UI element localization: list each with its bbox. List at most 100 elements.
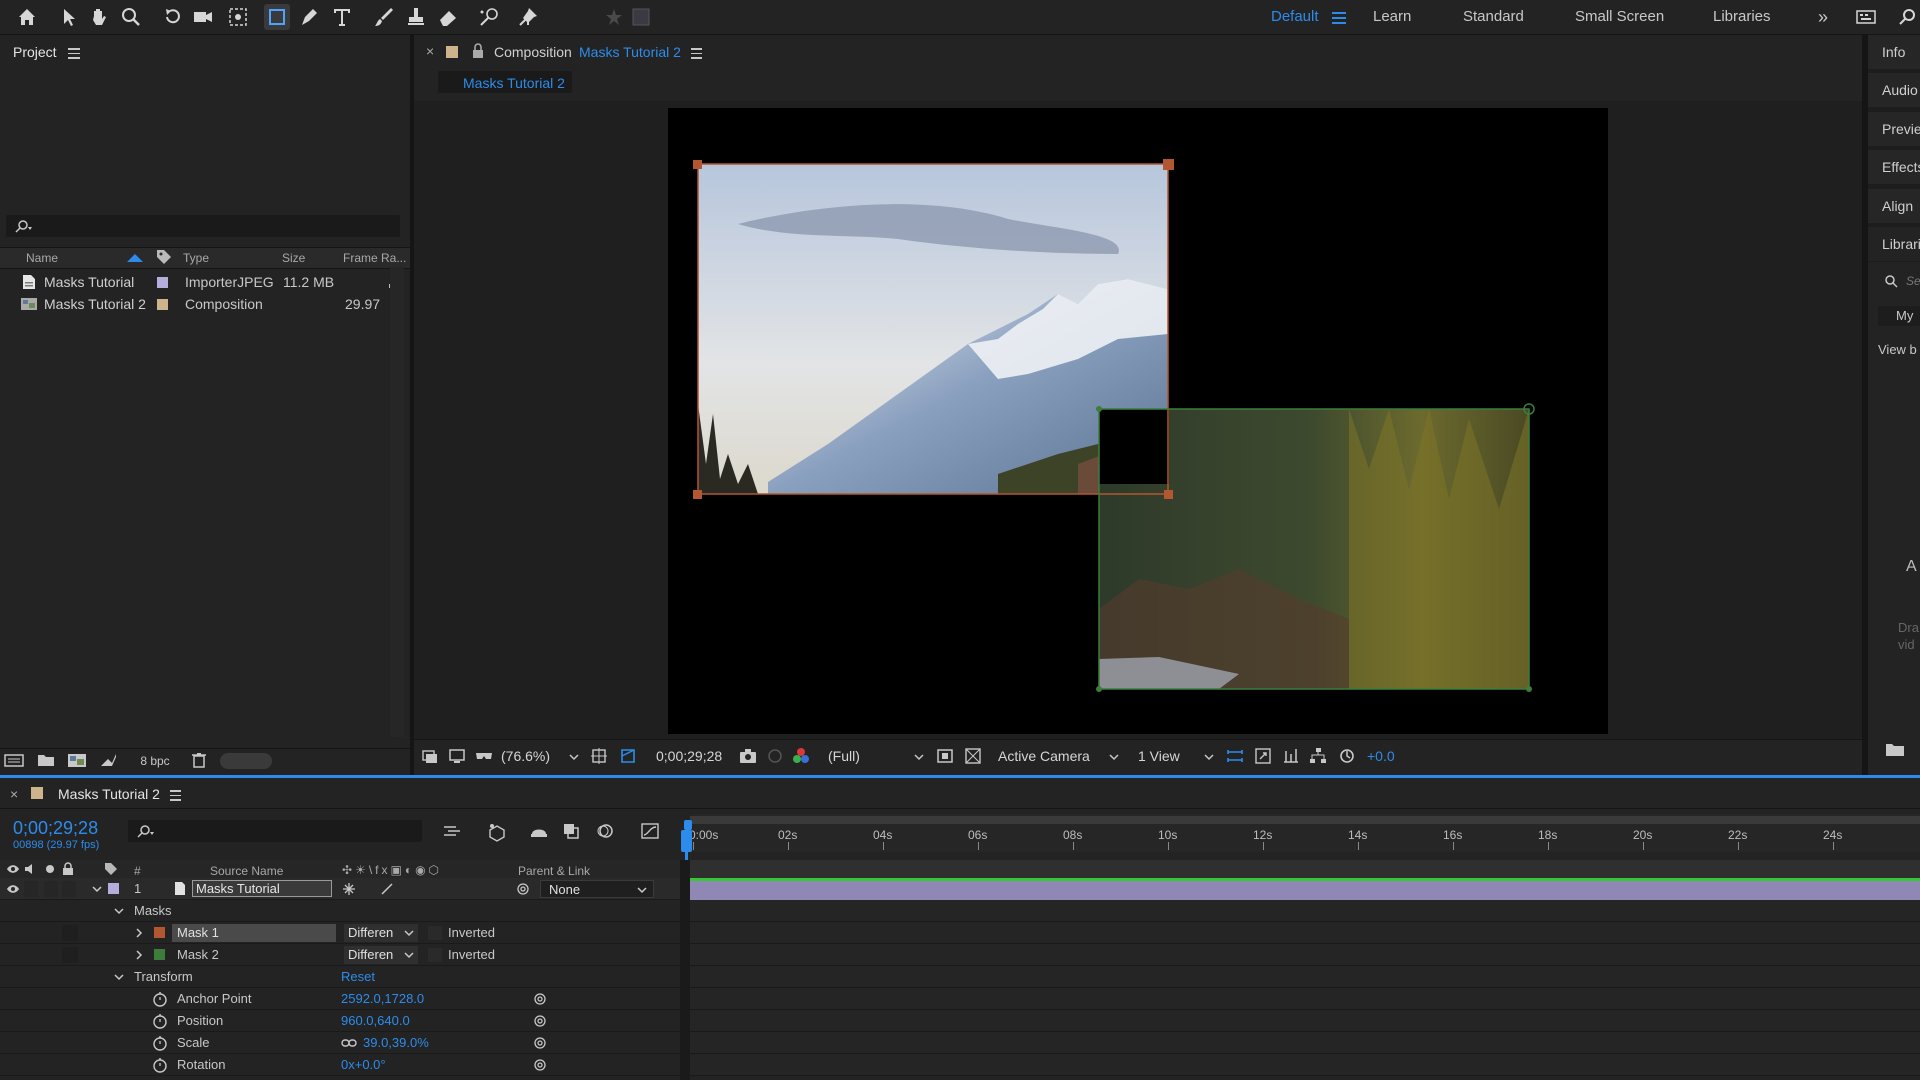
column-name[interactable]: Name <box>26 251 58 265</box>
zoom-dropdown[interactable]: (76.6%) <box>501 748 550 764</box>
bit-depth-button[interactable]: 8 bpc <box>130 751 180 771</box>
workspace-learn[interactable]: Learn <box>1373 0 1411 34</box>
thumbnail-slider[interactable] <box>220 753 272 769</box>
audio-header-icon[interactable] <box>24 863 38 875</box>
viewer-timecode[interactable]: 0;00;29;28 <box>656 748 722 764</box>
chevron-down-icon[interactable] <box>914 753 924 761</box>
project-item-masks-tutorial[interactable]: Masks Tutorial ImporterJPEG 11.2 MB <box>0 271 390 293</box>
column-type[interactable]: Type <box>183 251 209 265</box>
motion-blur-icon[interactable] <box>596 822 614 840</box>
camera-dropdown[interactable]: Active Camera <box>998 748 1090 764</box>
snapshot-camera-icon[interactable] <box>738 747 758 765</box>
rotation-value[interactable]: 0x+0.0° <box>341 1057 386 1072</box>
always-preview-icon[interactable] <box>421 747 439 765</box>
project-item-masks-tutorial-2[interactable]: Masks Tutorial 2 Composition 29.97 <box>0 293 390 315</box>
property-row-position[interactable]: Position 960.0,640.0 <box>0 1010 680 1032</box>
channels-icon[interactable] <box>791 746 811 766</box>
composition-viewer[interactable] <box>668 108 1608 734</box>
current-time-display[interactable]: 0;00;29;28 <box>13 818 98 839</box>
playhead-handle[interactable] <box>681 830 692 852</box>
delete-icon[interactable] <box>190 751 208 769</box>
project-settings-icon[interactable] <box>98 751 118 769</box>
comp-panel-menu-icon[interactable] <box>691 48 702 59</box>
hand-tool-icon[interactable] <box>86 4 112 30</box>
lock-icon[interactable] <box>471 43 485 59</box>
type-tool-icon[interactable] <box>329 4 355 30</box>
shy-layers-icon[interactable] <box>529 822 549 840</box>
work-area-bar[interactable] <box>690 816 1920 824</box>
position-value[interactable]: 960.0,640.0 <box>341 1013 410 1028</box>
property-pick-whip-icon[interactable] <box>533 1036 547 1050</box>
mask-visibility-icon[interactable] <box>619 747 637 765</box>
my-library-dropdown[interactable]: My <box>1878 306 1920 326</box>
chevron-down-icon[interactable] <box>1109 753 1119 761</box>
graph-editor-icon[interactable] <box>640 822 660 840</box>
home-icon[interactable] <box>14 4 40 30</box>
project-search-input[interactable] <box>6 215 400 237</box>
workspace-default[interactable]: Default <box>1271 0 1319 34</box>
tab-preview[interactable]: Preview <box>1868 112 1920 146</box>
constrain-proportions-icon[interactable] <box>341 1038 357 1048</box>
visibility-eye-icon[interactable] <box>6 883 20 895</box>
comp-mini-flowchart-icon[interactable] <box>442 822 462 840</box>
property-row-anchor-point[interactable]: Anchor Point 2592.0,1728.0 <box>0 988 680 1010</box>
zoom-tool-icon[interactable] <box>118 4 144 30</box>
pan-behind-tool-icon[interactable] <box>225 4 251 30</box>
chevron-down-icon[interactable] <box>569 753 579 761</box>
transparency-grid-icon[interactable] <box>964 747 982 765</box>
more-workspaces-icon[interactable]: » <box>1818 0 1828 34</box>
fast-previews-icon[interactable] <box>1254 747 1272 765</box>
3d-glasses-icon[interactable] <box>474 747 494 765</box>
timeline-divider[interactable] <box>680 860 690 1080</box>
keyboard-shortcuts-icon[interactable] <box>1853 4 1879 30</box>
mask-2-mode-dropdown[interactable]: Differen <box>344 946 418 964</box>
workspace-menu-icon[interactable] <box>1332 9 1346 25</box>
layer-duration-bar[interactable] <box>690 881 1920 900</box>
exposure-value[interactable]: +0.0 <box>1367 748 1395 764</box>
column-number[interactable]: # <box>134 864 141 878</box>
roto-brush-tool-icon[interactable] <box>476 4 502 30</box>
project-menu-icon[interactable] <box>68 48 80 59</box>
transform-group-row[interactable]: Transform Reset <box>0 966 680 988</box>
column-frame-rate[interactable]: Frame Ra... <box>343 251 406 265</box>
scale-value[interactable]: 39.0,39.0% <box>363 1035 429 1050</box>
timeline-search-input[interactable] <box>128 820 422 842</box>
camera-tool-icon[interactable] <box>190 4 216 30</box>
view-by-label[interactable]: View b <box>1878 342 1917 357</box>
column-size[interactable]: Size <box>282 251 305 265</box>
tab-align[interactable]: Align <box>1868 189 1920 223</box>
title-action-safe-icon[interactable] <box>590 747 608 765</box>
expand-transform-chevron-icon[interactable] <box>114 972 124 982</box>
resolution-dropdown[interactable]: (Full) <box>828 748 860 764</box>
stopwatch-icon[interactable] <box>152 1013 168 1029</box>
project-panel-title[interactable]: Project <box>13 44 57 60</box>
pick-whip-icon[interactable] <box>516 882 530 896</box>
project-scrollbar[interactable] <box>390 267 404 737</box>
timeline-icon[interactable] <box>1282 747 1300 765</box>
quality-switch-icon[interactable] <box>380 882 394 896</box>
mask-row[interactable]: Mask 2 Differen Inverted <box>0 944 680 966</box>
stopwatch-icon[interactable] <box>152 1057 168 1073</box>
expand-mask-chevron-icon[interactable] <box>134 950 144 960</box>
mask-1-inverted-checkbox[interactable] <box>428 926 442 940</box>
tab-audio[interactable]: Audio <box>1868 73 1920 107</box>
layer-label-swatch[interactable] <box>108 883 119 894</box>
mask-1-mode-dropdown[interactable]: Differen <box>344 924 418 942</box>
views-dropdown[interactable]: 1 View <box>1138 748 1180 764</box>
label-header-icon[interactable] <box>104 862 118 876</box>
reset-exposure-icon[interactable] <box>1338 747 1356 765</box>
sort-ascending-icon[interactable] <box>127 254 143 262</box>
timeline-tab-label[interactable]: Masks Tutorial 2 <box>58 786 160 802</box>
property-pick-whip-icon[interactable] <box>533 1014 547 1028</box>
property-pick-whip-icon[interactable] <box>533 992 547 1006</box>
lock-header-icon[interactable] <box>62 862 74 876</box>
selection-tool-icon[interactable] <box>56 4 82 30</box>
library-search-input[interactable]: Se <box>1906 274 1920 288</box>
mask-1-name-field[interactable]: Mask 1 <box>172 924 336 942</box>
switches-header-icons[interactable]: ✣☀\fx▣◐◉⬡ <box>342 863 442 877</box>
column-parent-link[interactable]: Parent & Link <box>518 864 590 878</box>
comp-flowchart-icon[interactable] <box>1309 747 1327 765</box>
collapse-transform-switch-icon[interactable] <box>342 882 356 896</box>
property-row-rotation[interactable]: Rotation 0x+0.0° <box>0 1054 680 1076</box>
masks-group-row[interactable]: Masks <box>0 900 680 922</box>
